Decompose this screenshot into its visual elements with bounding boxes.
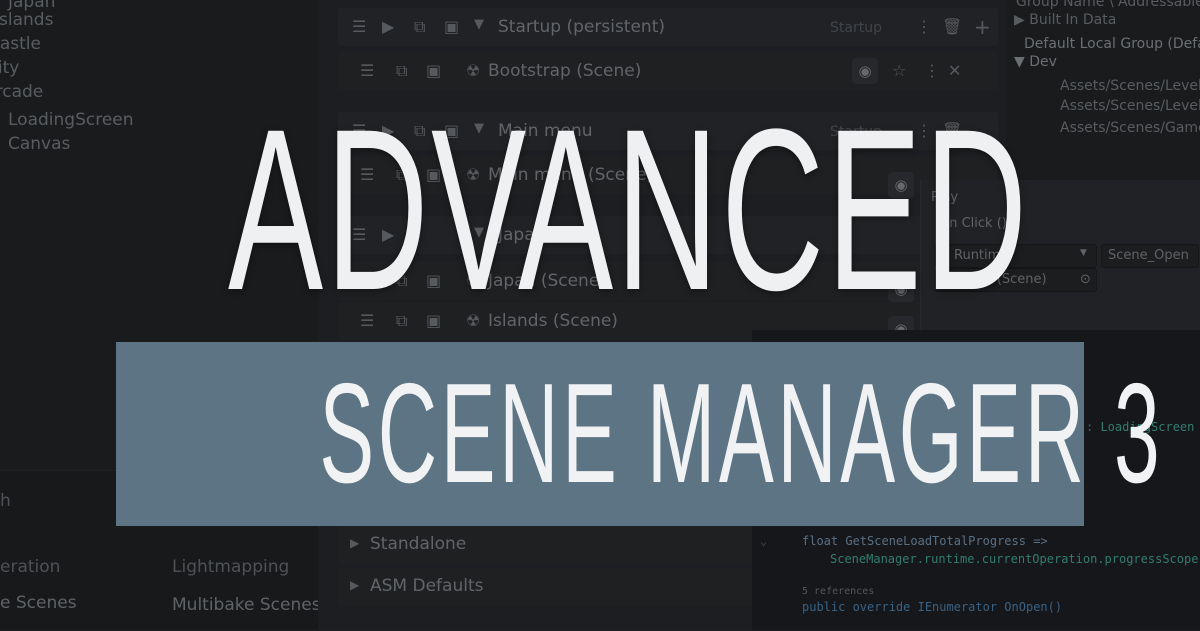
title-sub: SCENE MANAGER 3: [319, 354, 1164, 513]
title-main: ADVANCED: [228, 81, 1030, 338]
